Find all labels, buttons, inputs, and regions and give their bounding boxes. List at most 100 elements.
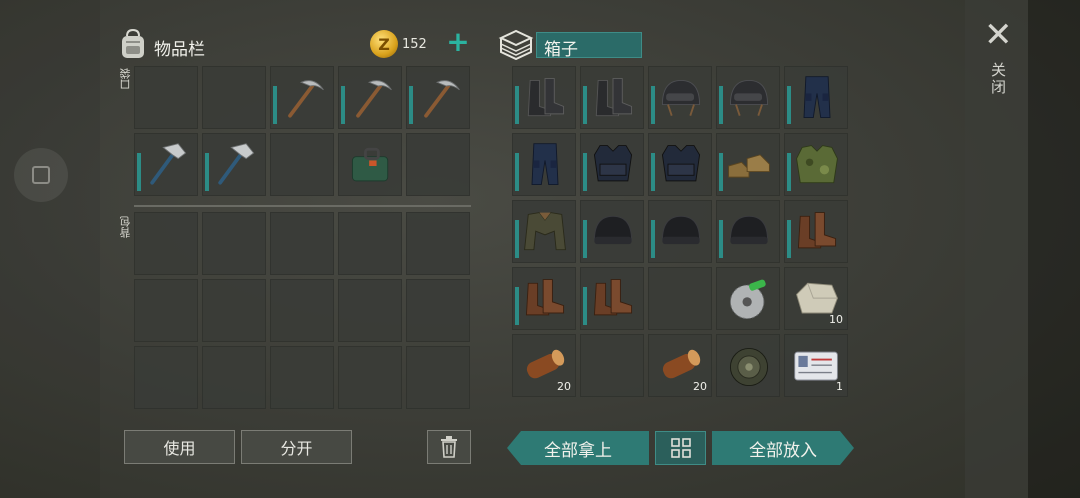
backpack-slot[interactable] bbox=[134, 212, 198, 275]
square-icon bbox=[32, 166, 50, 184]
left-edge bbox=[0, 0, 100, 498]
backpack-slot[interactable] bbox=[202, 346, 266, 409]
take-all-button[interactable]: 全部拿上 bbox=[507, 431, 649, 465]
pocket-slot[interactable] bbox=[134, 133, 198, 196]
hammer-icon bbox=[150, 143, 187, 185]
box-slot[interactable] bbox=[648, 267, 712, 330]
crate-icon bbox=[498, 29, 534, 60]
box-slot[interactable] bbox=[580, 66, 644, 129]
beanie-icon bbox=[729, 215, 769, 245]
box-slot[interactable] bbox=[716, 334, 780, 397]
box-grid: 10 20 20 1 bbox=[512, 66, 848, 397]
pocket-grid bbox=[134, 66, 470, 196]
backpack-label: 背包 bbox=[119, 216, 132, 238]
coin-count: 152 bbox=[402, 37, 427, 52]
box-slot[interactable] bbox=[512, 66, 576, 129]
box-slot[interactable] bbox=[580, 200, 644, 263]
saw-blade-icon bbox=[729, 279, 766, 320]
pocket-slot[interactable] bbox=[270, 66, 334, 129]
pants-blue-icon bbox=[803, 76, 831, 119]
hammer-icon bbox=[218, 143, 255, 185]
use-button[interactable]: 使用 bbox=[124, 430, 235, 464]
box-slot[interactable] bbox=[716, 66, 780, 129]
box-title: 箱子 bbox=[544, 40, 578, 60]
side-menu-button[interactable] bbox=[14, 148, 68, 202]
box-slot[interactable] bbox=[716, 133, 780, 196]
helmet-icon bbox=[661, 79, 701, 117]
box-slot[interactable] bbox=[648, 200, 712, 263]
backpack-icon bbox=[122, 28, 144, 58]
backpack-slot[interactable] bbox=[406, 346, 470, 409]
box-slot[interactable] bbox=[512, 133, 576, 196]
backpack-slot[interactable] bbox=[270, 279, 334, 342]
vest-tactical-icon bbox=[661, 145, 701, 182]
box-header: 箱子 bbox=[498, 28, 644, 60]
backpack-slot[interactable] bbox=[270, 346, 334, 409]
pocket-slot[interactable] bbox=[202, 133, 266, 196]
split-button[interactable]: 分开 bbox=[241, 430, 352, 464]
grid-sort-icon bbox=[670, 438, 691, 458]
box-slot[interactable] bbox=[784, 200, 848, 263]
vest-tactical-icon bbox=[593, 145, 633, 182]
box-slot[interactable] bbox=[716, 267, 780, 330]
boots-black-icon bbox=[595, 78, 633, 117]
close-label[interactable]: 关闭 bbox=[988, 62, 1009, 96]
backpack-slot[interactable] bbox=[406, 212, 470, 275]
coin-icon: Z bbox=[370, 30, 398, 58]
box-slot[interactable] bbox=[648, 133, 712, 196]
box-slot[interactable] bbox=[512, 267, 576, 330]
box-slot[interactable] bbox=[648, 66, 712, 129]
close-icon[interactable]: ✕ bbox=[984, 18, 1013, 52]
box-slot[interactable]: 10 bbox=[784, 267, 848, 330]
backpack-slot[interactable] bbox=[338, 346, 402, 409]
box-slot[interactable] bbox=[784, 66, 848, 129]
item-quantity: 20 bbox=[557, 380, 571, 393]
box-slot[interactable]: 20 bbox=[512, 334, 576, 397]
pocket-slot[interactable] bbox=[202, 66, 266, 129]
backpack-slot[interactable] bbox=[202, 212, 266, 275]
sort-button[interactable] bbox=[655, 431, 706, 465]
beanie-icon bbox=[661, 215, 701, 245]
add-coins-button[interactable]: + bbox=[444, 28, 472, 57]
item-quantity: 10 bbox=[829, 313, 843, 326]
inventory-header: 物品栏 Z 152 + bbox=[116, 28, 472, 62]
shoes-tan-icon bbox=[728, 154, 770, 178]
backpack-slot[interactable] bbox=[406, 279, 470, 342]
right-edge bbox=[1028, 0, 1080, 498]
item-quantity: 1 bbox=[836, 380, 843, 393]
pickaxe-icon bbox=[288, 80, 324, 118]
beanie-icon bbox=[593, 215, 633, 245]
pocket-slot[interactable] bbox=[270, 133, 334, 196]
pocket-slot[interactable] bbox=[406, 133, 470, 196]
pocket-slot[interactable] bbox=[338, 66, 402, 129]
boots-brown-icon bbox=[593, 279, 633, 316]
box-slot[interactable] bbox=[580, 267, 644, 330]
pants-blue-icon bbox=[531, 143, 559, 186]
backpack-slot[interactable] bbox=[134, 346, 198, 409]
box-slot[interactable]: 20 bbox=[648, 334, 712, 397]
pocket-slot[interactable] bbox=[406, 66, 470, 129]
box-slot[interactable] bbox=[580, 334, 644, 397]
put-all-button[interactable]: 全部放入 bbox=[712, 431, 854, 465]
box-slot[interactable] bbox=[580, 133, 644, 196]
trash-button[interactable] bbox=[427, 430, 471, 464]
trash-icon bbox=[441, 436, 457, 458]
backpack-slot[interactable] bbox=[134, 279, 198, 342]
pocket-slot[interactable] bbox=[338, 133, 402, 196]
toolkit-bag-icon bbox=[351, 147, 389, 182]
pickaxe-icon bbox=[356, 80, 392, 118]
inventory-title: 物品栏 bbox=[154, 40, 205, 60]
backpack-slot[interactable] bbox=[270, 212, 334, 275]
box-slot[interactable] bbox=[716, 200, 780, 263]
pickaxe-icon bbox=[424, 80, 460, 118]
backpack-slot[interactable] bbox=[202, 279, 266, 342]
pocket-slot[interactable] bbox=[134, 66, 198, 129]
vest-camo-icon bbox=[796, 145, 838, 184]
box-slot[interactable] bbox=[512, 200, 576, 263]
backpack-slot[interactable] bbox=[338, 212, 402, 275]
box-slot[interactable]: 1 bbox=[784, 334, 848, 397]
box-slot[interactable] bbox=[784, 133, 848, 196]
backpack-slot[interactable] bbox=[338, 279, 402, 342]
helmet-icon bbox=[729, 79, 769, 117]
boots-brown-icon bbox=[525, 279, 565, 316]
